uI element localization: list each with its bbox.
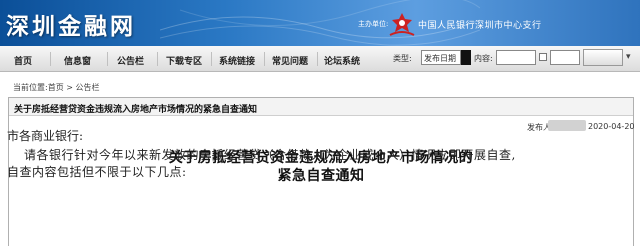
nav-separator: [264, 52, 265, 66]
nav-item-system-links[interactable]: 系统链接: [219, 54, 255, 67]
search-type-label: 类型:: [393, 54, 412, 63]
article-header-title: 关于房抵经营贷资金违规流入房地产市场情况的紧急自查通知: [14, 105, 258, 115]
article-body-line-1: 请各银行针对今年以来新发放的房抵经营贷（含借款人为企业或个人）情况立即开展自查,: [24, 148, 516, 162]
publisher-value-redacted: [548, 120, 586, 131]
nav-separator: [317, 52, 318, 66]
nav-separator: [157, 52, 158, 66]
nav-separator: [50, 52, 51, 66]
article-salutation: 市各商业银行:: [7, 129, 84, 143]
chevron-down-icon[interactable]: ▾: [626, 52, 631, 62]
nav-item-bulletin[interactable]: 公告栏: [117, 54, 144, 67]
search-type-select[interactable]: 发布日期: [421, 50, 461, 65]
nav-item-downloads[interactable]: 下载专区: [166, 54, 202, 67]
nav-item-faq[interactable]: 常见问题: [272, 54, 308, 67]
breadcrumb-item-bulletin[interactable]: 公告栏: [76, 83, 100, 92]
breadcrumb-prefix: 当前位置:: [13, 83, 48, 92]
breadcrumb-separator: >: [63, 83, 76, 92]
nav-item-info-window[interactable]: 信息窗: [64, 54, 91, 67]
search-query-field[interactable]: [550, 50, 580, 65]
nav-item-home[interactable]: 首页: [14, 54, 32, 67]
site-logo[interactable]: 深圳金融网: [6, 7, 136, 41]
breadcrumb-item-home[interactable]: 首页: [48, 83, 64, 92]
main-nav: 首页 信息窗 公告栏 下载专区 系统链接 常见问题 论坛系统 类型: 发布日期 …: [0, 46, 640, 72]
search-content-input[interactable]: [496, 50, 536, 65]
sponsor-name: 中国人民银行深圳市中心支行: [418, 21, 542, 31]
publish-date: 2020-04-20: [588, 122, 635, 131]
article-body-line-2: 自查内容包括但不限于以下几点:: [7, 165, 187, 179]
nav-item-forum[interactable]: 论坛系统: [324, 54, 360, 67]
search-option-checkbox[interactable]: [539, 53, 547, 61]
chevron-down-icon[interactable]: [461, 50, 471, 65]
sponsor-label: 主办单位:: [358, 20, 389, 28]
article-header-bar: 关于房抵经营贷资金违规流入房地产市场情况的紧急自查通知: [9, 98, 633, 116]
pboc-emblem-icon: [389, 13, 415, 36]
search-button[interactable]: [583, 49, 623, 66]
site-banner: 深圳金融网 主办单位: 中国人民银行深圳市中心支行: [0, 0, 640, 46]
nav-separator: [107, 52, 108, 66]
search-content-label: 内容:: [474, 54, 493, 63]
breadcrumb: 当前位置:首页 > 公告栏: [13, 82, 100, 93]
nav-separator: [211, 52, 212, 66]
